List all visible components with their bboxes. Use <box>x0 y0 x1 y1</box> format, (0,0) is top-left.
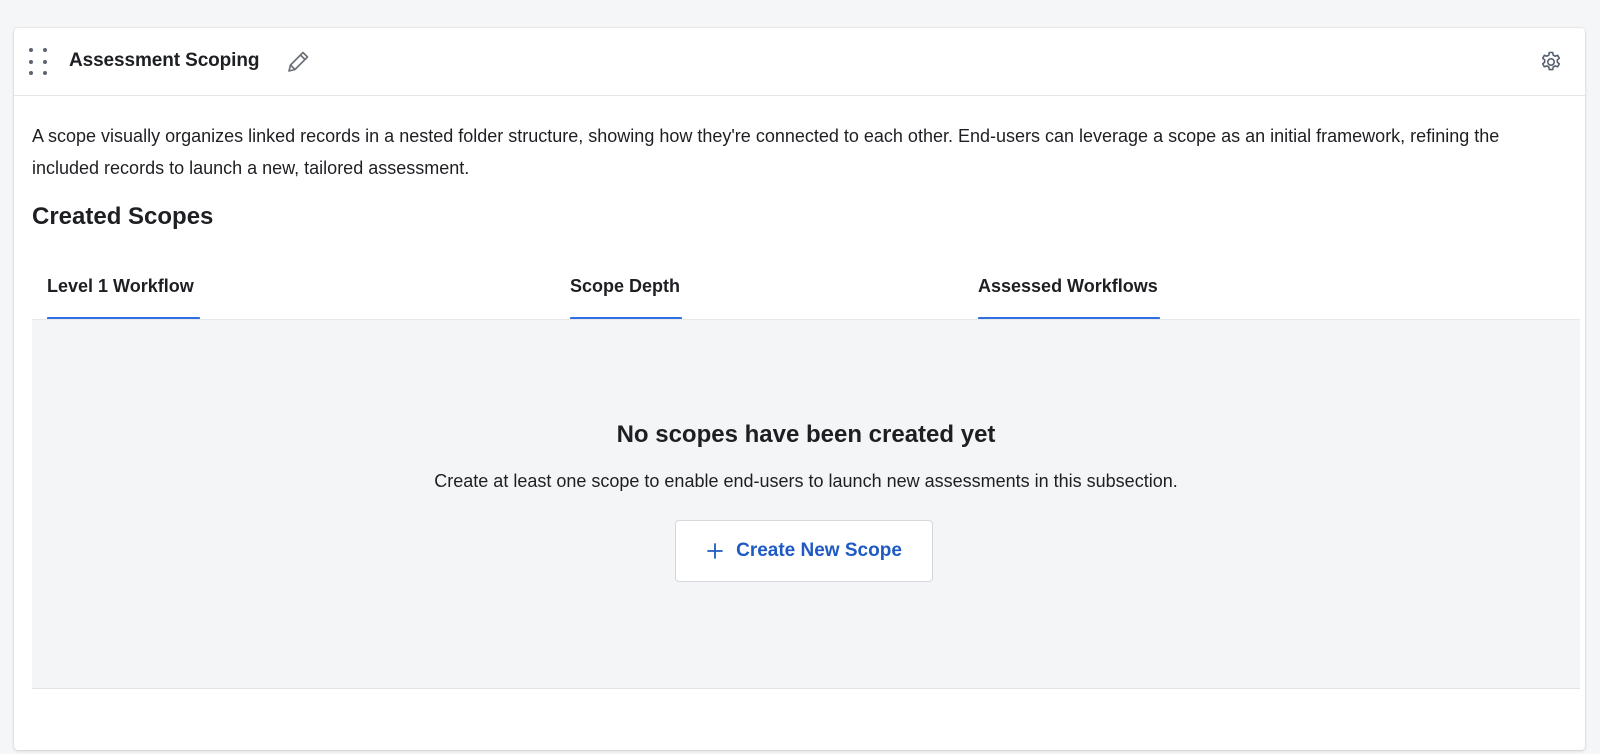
plus-icon <box>707 543 723 559</box>
scope-description: A scope visually organizes linked record… <box>32 126 1500 178</box>
drag-handle-icon[interactable] <box>29 48 49 76</box>
empty-state-text: Create at least one scope to enable end-… <box>434 471 1178 491</box>
tab-scope-depth[interactable]: Scope Depth <box>570 264 682 320</box>
tab-label: Scope Depth <box>570 276 681 296</box>
tab-label: Level 1 Workflow <box>47 276 194 296</box>
tab-level-1-workflow[interactable]: Level 1 Workflow <box>47 264 200 320</box>
tab-assessed-workflows[interactable]: Assessed Workflows <box>978 264 1160 320</box>
gear-icon[interactable] <box>1539 50 1563 74</box>
assessment-scoping-card: Assessment Scoping A scope visually orga… <box>14 28 1585 750</box>
pencil-icon[interactable] <box>284 48 312 76</box>
section-title: Created Scopes <box>32 203 214 230</box>
card-title: Assessment Scoping <box>69 50 260 71</box>
create-new-scope-label: Create New Scope <box>736 540 902 561</box>
empty-state-panel: No scopes have been created yet Create a… <box>32 319 1580 689</box>
create-new-scope-button[interactable]: Create New Scope <box>675 520 933 582</box>
card-header: Assessment Scoping <box>14 28 1585 96</box>
tab-label: Assessed Workflows <box>978 276 1158 296</box>
empty-state-title: No scopes have been created yet <box>616 421 996 448</box>
column-headers: Level 1 Workflow Scope Depth Assessed Wo… <box>32 264 1580 320</box>
